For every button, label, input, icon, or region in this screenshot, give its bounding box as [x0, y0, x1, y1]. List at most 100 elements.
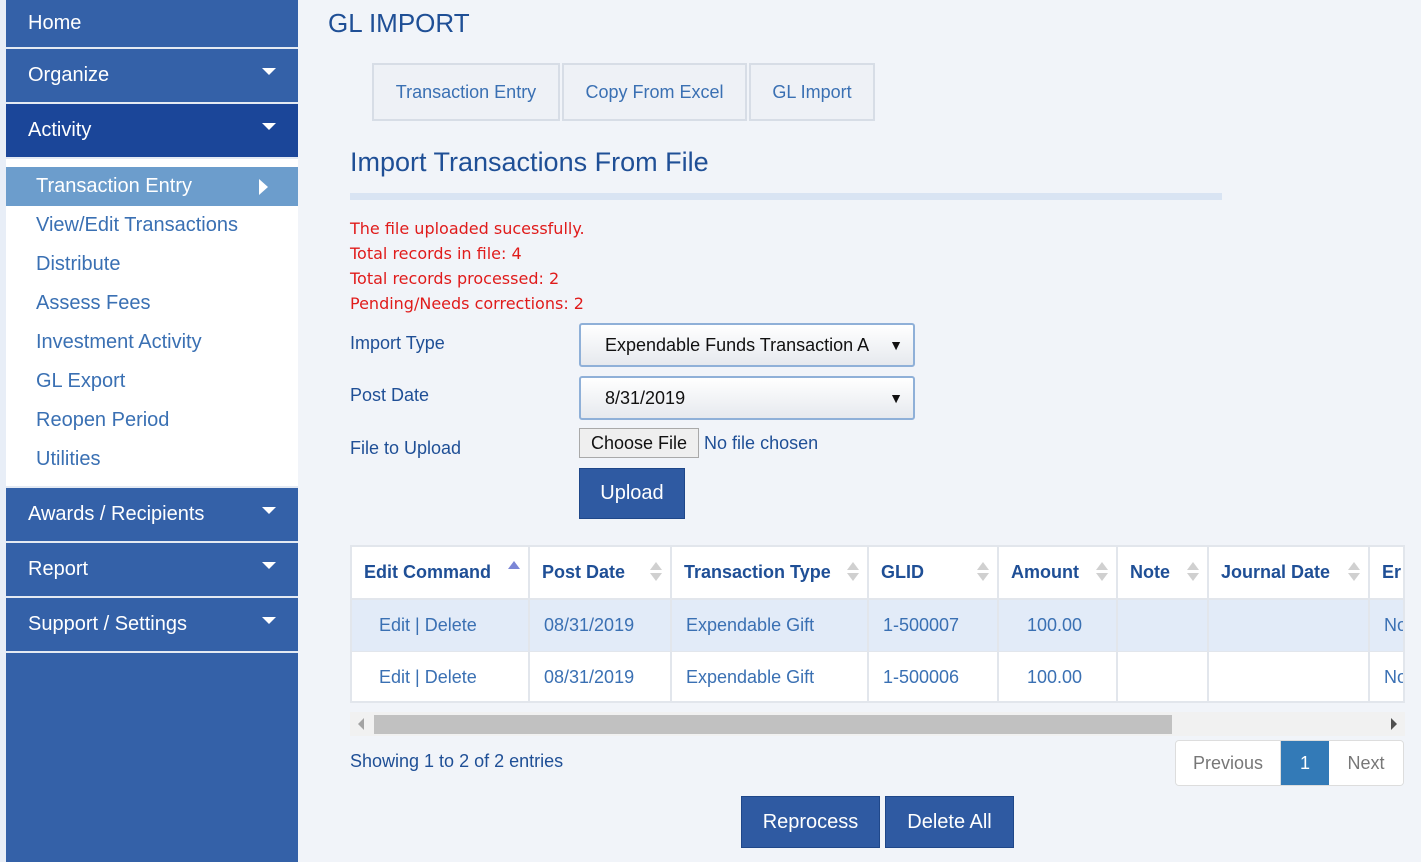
nav-home[interactable]: Home	[6, 0, 298, 49]
column-header[interactable]: Amount	[998, 547, 1118, 600]
activity-submenu: Transaction Entry View/Edit Transactions…	[6, 159, 298, 488]
table-row: Edit | Delete 08/31/2019 Expendable Gift…	[352, 651, 1403, 701]
sidebar-item-reopen-period[interactable]: Reopen Period	[6, 401, 298, 440]
transaction-type-cell: Expendable Gift	[671, 651, 869, 701]
next-page-button[interactable]: Next	[1329, 741, 1403, 785]
upload-button[interactable]: Upload	[579, 468, 685, 519]
journal-date-cell	[1208, 651, 1370, 701]
er-cell: No	[1369, 651, 1403, 701]
file-status: No file chosen	[704, 432, 819, 453]
import-type-select[interactable]: Expendable Funds Transaction A ▼	[579, 323, 915, 367]
delete-link[interactable]: Delete	[425, 615, 477, 635]
previous-page-button[interactable]: Previous	[1176, 741, 1281, 785]
transactions-table: Edit Command Post Date Transaction Type …	[350, 545, 1405, 703]
scrollbar-thumb[interactable]	[374, 715, 1172, 734]
amount-cell: 100.00	[998, 651, 1118, 701]
journal-date-cell	[1208, 599, 1370, 652]
post-date-value: 8/31/2019	[605, 387, 686, 408]
file-upload-label: File to Upload	[350, 438, 462, 458]
sidebar-item-label: Transaction Entry	[36, 175, 192, 197]
column-header-label: Amount	[1011, 562, 1079, 582]
sort-asc-icon	[508, 561, 520, 569]
nav-report-label: Report	[28, 558, 89, 580]
note-cell	[1117, 651, 1209, 701]
sidebar-item-distribute[interactable]: Distribute	[6, 245, 298, 284]
dropdown-arrow-icon: ▼	[889, 390, 903, 406]
nav-home-label: Home	[28, 12, 82, 34]
dropdown-arrow-icon: ▼	[889, 337, 903, 353]
column-header-label: Note	[1130, 562, 1170, 582]
file-input: Choose File No file chosen	[579, 428, 818, 458]
reprocess-button[interactable]: Reprocess	[741, 796, 880, 848]
edit-link[interactable]: Edit	[379, 667, 410, 687]
status-messages: The file uploaded sucessfully. Total rec…	[350, 216, 585, 316]
sort-icon	[650, 562, 662, 581]
sort-icon	[977, 562, 989, 581]
column-header-label: GLID	[881, 562, 924, 582]
link-separator: |	[415, 666, 420, 687]
status-message: Pending/Needs corrections: 2	[350, 294, 584, 313]
caret-down-icon	[262, 68, 276, 75]
edit-link[interactable]: Edit	[379, 615, 410, 635]
sidebar-item-assess-fees[interactable]: Assess Fees	[6, 284, 298, 323]
tab-copy-from-excel[interactable]: Copy From Excel	[562, 63, 747, 121]
column-header[interactable]: Transaction Type	[671, 547, 869, 600]
sidebar-item-utilities[interactable]: Utilities	[6, 440, 298, 479]
import-type-value: Expendable Funds Transaction A	[605, 334, 870, 355]
nav-awards-recipients[interactable]: Awards / Recipients	[6, 488, 298, 543]
scroll-right-icon[interactable]	[1391, 718, 1397, 730]
main-content: GL IMPORT Transaction Entry Copy From Ex…	[298, 0, 1421, 862]
column-header[interactable]: Post Date	[529, 547, 672, 600]
nav-awards-label: Awards / Recipients	[28, 503, 205, 525]
column-header[interactable]: Journal Date	[1208, 547, 1370, 600]
edit-command-cell: Edit | Delete	[352, 599, 530, 652]
column-header[interactable]: Note	[1117, 547, 1209, 600]
column-header-label: Transaction Type	[684, 562, 831, 582]
page-1-button[interactable]: 1	[1281, 741, 1329, 785]
edit-command-cell: Edit | Delete	[352, 651, 530, 701]
sidebar-item-gl-export[interactable]: GL Export	[6, 362, 298, 401]
column-header-label: Edit Command	[364, 562, 492, 582]
delete-all-button[interactable]: Delete All	[885, 796, 1014, 848]
nav-support-label: Support / Settings	[28, 613, 187, 635]
nav-activity[interactable]: Activity	[6, 104, 298, 159]
section-title: Import Transactions From File	[350, 147, 709, 177]
sort-icon	[1348, 562, 1360, 581]
column-header[interactable]: Edit Command	[352, 547, 530, 600]
nav-support-settings[interactable]: Support / Settings	[6, 598, 298, 653]
entries-info: Showing 1 to 2 of 2 entries	[350, 751, 564, 771]
status-message: Total records in file: 4	[350, 244, 522, 263]
column-header-label: Post Date	[542, 562, 626, 582]
caret-down-icon	[262, 562, 276, 569]
column-header[interactable]: Er	[1369, 547, 1403, 600]
sort-icon	[847, 562, 859, 581]
column-header[interactable]: GLID	[868, 547, 999, 600]
sidebar-item-transaction-entry[interactable]: Transaction Entry	[6, 167, 298, 206]
column-header-label: Er	[1382, 562, 1402, 582]
page-title: GL IMPORT	[328, 8, 470, 38]
nav-organize[interactable]: Organize	[6, 49, 298, 104]
pagination: Previous 1 Next	[1175, 740, 1404, 786]
scroll-left-icon[interactable]	[358, 718, 364, 730]
sidebar-item-investment-activity[interactable]: Investment Activity	[6, 323, 298, 362]
post-date-cell: 08/31/2019	[529, 651, 672, 701]
tab-transaction-entry[interactable]: Transaction Entry	[372, 63, 560, 121]
caret-down-icon	[262, 507, 276, 514]
sidebar: Home Organize Activity Transaction Entry…	[0, 0, 298, 862]
import-type-label: Import Type	[350, 333, 445, 353]
note-cell	[1117, 599, 1209, 652]
nav-report[interactable]: Report	[6, 543, 298, 598]
glid-cell: 1-500007	[868, 599, 999, 652]
table-row: Edit | Delete 08/31/2019 Expendable Gift…	[352, 599, 1403, 652]
horizontal-scrollbar[interactable]	[350, 712, 1405, 736]
choose-file-button[interactable]: Choose File	[579, 428, 700, 458]
tab-gl-import[interactable]: GL Import	[749, 63, 875, 121]
section-divider	[350, 193, 1222, 200]
er-cell: No	[1369, 599, 1403, 652]
post-date-cell: 08/31/2019	[529, 599, 672, 652]
sidebar-item-view-edit-transactions[interactable]: View/Edit Transactions	[6, 206, 298, 245]
delete-link[interactable]: Delete	[425, 667, 477, 687]
status-message: The file uploaded sucessfully.	[350, 219, 585, 238]
post-date-select[interactable]: 8/31/2019 ▼	[579, 376, 915, 420]
nav-organize-label: Organize	[28, 64, 110, 86]
